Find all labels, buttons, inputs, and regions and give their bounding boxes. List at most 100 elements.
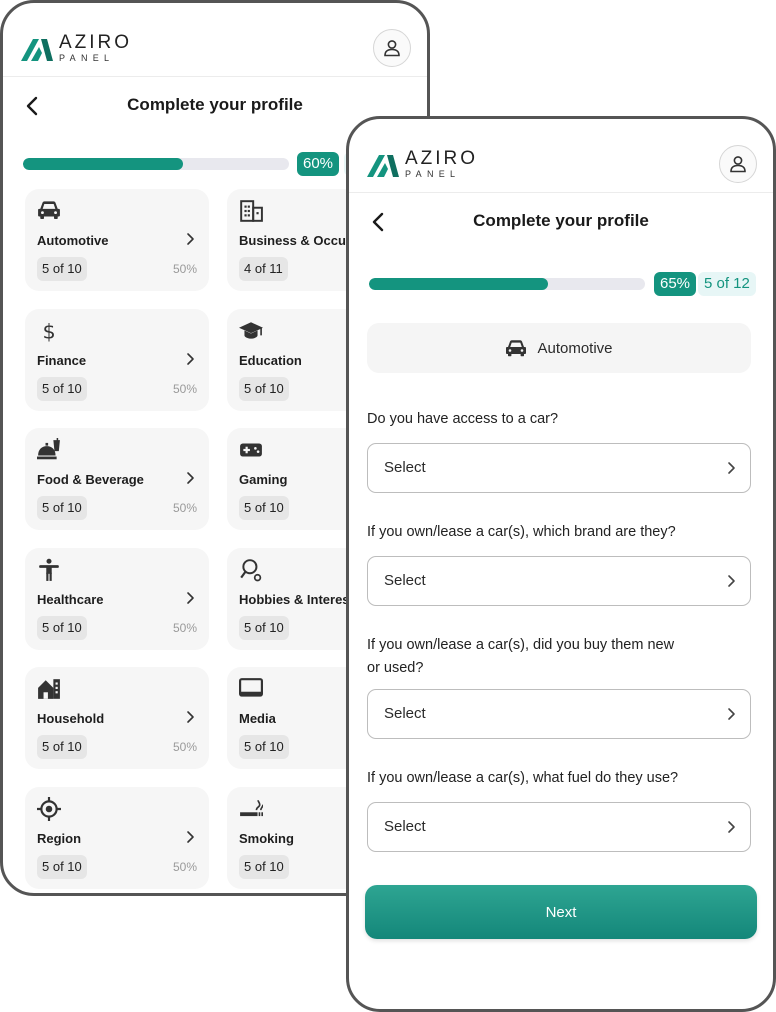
category-name: Healthcare [37,592,104,607]
food-icon [37,438,60,460]
select-placeholder: Select [384,818,426,835]
gamepad-icon [240,443,262,457]
dollar-icon: $ [42,320,55,343]
category-name: Region [37,831,82,846]
target-icon [37,797,61,821]
category-count-badge: 5 of 10 [37,735,87,759]
chevron-right-icon [728,821,735,833]
category-count-badge: 5 of 10 [239,855,289,879]
category-percent: 50% [172,262,197,276]
brand-logo: AZIRO PANEL [21,33,132,63]
question-2-label: If you own/lease a car(s), which brand a… [367,524,676,540]
category-name: Automotive [37,233,109,248]
category-name: Gaming [239,472,288,487]
category-card[interactable]: Healthcare 5 of 10 50% [25,548,209,650]
category-count-badge: 4 of 11 [239,257,288,281]
category-name: Food & Beverage [37,472,144,487]
chevron-right-icon [187,831,194,843]
profile-progress-bar [369,278,645,290]
question-2-select[interactable]: Select [367,556,751,606]
question-4-select[interactable]: Select [367,802,751,852]
category-name: Education [239,353,302,368]
profile-progress-fill [23,158,183,170]
question-4-label: If you own/lease a car(s), what fuel do … [367,770,679,786]
progress-percent-badge: 60% [297,152,340,176]
category-card[interactable]: $ Finance 5 of 10 50% [25,309,209,411]
user-icon [384,40,400,57]
category-name: Hobbies & Interes [239,592,350,607]
front-phone-screen: AZIRO PANEL Complete your profile 65% 5 … [346,116,776,1012]
category-card[interactable]: Region 5 of 10 50% [25,787,209,889]
brand-name: AZIRO [405,148,479,169]
chevron-right-icon [187,711,194,723]
category-count-badge: 5 of 10 [37,855,87,879]
question-1-label: Do you have access to a car? [367,411,559,427]
category-count-badge: 5 of 10 [239,496,289,520]
category-count-badge: 5 of 10 [37,377,87,401]
car-icon [38,201,60,219]
page-title: Complete your profile [473,211,649,230]
category-name: Household [37,711,105,726]
select-placeholder: Select [384,705,426,722]
graduation-cap-icon [239,322,263,339]
house-icon [38,679,60,699]
person-icon [39,558,59,581]
category-card[interactable]: Household 5 of 10 50% [25,667,209,769]
brand-name: AZIRO [59,32,133,53]
brand-subtitle: PANEL [405,169,461,179]
select-placeholder: Select [384,572,426,589]
question-3-select[interactable]: Select [367,689,751,739]
svg-text:$: $ [42,320,55,343]
category-card[interactable]: Automotive 5 of 10 50% [25,189,209,291]
profile-progress-bar [23,158,289,170]
brand-logo: AZIRO PANEL [367,149,478,179]
category-percent: 50% [172,382,197,396]
category-name: Media [239,711,276,726]
smoking-icon [240,800,263,817]
category-banner-label: Automotive [537,339,613,357]
category-percent: 50% [172,621,197,635]
category-count-badge: 5 of 10 [239,735,289,759]
car-icon [506,340,527,357]
title-row: Complete your profile [3,89,427,123]
chevron-right-icon [728,708,735,720]
next-button[interactable]: Next [365,885,757,939]
category-percent: 50% [172,501,197,515]
chevron-right-icon [187,472,194,484]
category-percent: 50% [172,740,197,754]
title-row: Complete your profile [349,205,773,239]
profile-avatar-button[interactable] [719,145,757,183]
hobby-icon [240,559,262,582]
app-header: AZIRO PANEL [349,119,773,193]
category-count-badge: 5 of 10 [239,616,289,640]
chevron-right-icon [187,592,194,604]
app-header: AZIRO PANEL [3,3,427,77]
select-placeholder: Select [384,459,426,476]
monitor-icon [239,678,263,697]
progress-count-badge: 5 of 12 [698,272,756,296]
category-percent: 50% [172,860,197,874]
category-name: Business & Occup [239,233,354,248]
logo-mark-icon [21,39,53,61]
page-title: Complete your profile [127,95,303,114]
user-icon [730,156,746,173]
profile-progress-fill [369,278,549,290]
category-count-badge: 5 of 10 [239,377,289,401]
progress-percent-badge: 65% [654,272,697,296]
brand-subtitle: PANEL [59,53,115,63]
category-name: Smoking [239,831,294,846]
category-banner: Automotive [367,323,751,373]
category-card[interactable]: Food & Beverage 5 of 10 50% [25,428,209,530]
chevron-right-icon [187,233,194,245]
profile-avatar-button[interactable] [373,29,411,67]
question-3-label: If you own/lease a car(s), did you buy t… [367,637,675,676]
category-name: Finance [37,353,87,368]
category-count-badge: 5 of 10 [37,616,87,640]
chevron-right-icon [728,462,735,474]
chevron-right-icon [187,353,194,365]
logo-mark-icon [367,155,399,177]
building-icon [240,200,263,222]
category-count-badge: 5 of 10 [37,257,87,281]
question-1-select[interactable]: Select [367,443,751,493]
category-count-badge: 5 of 10 [37,496,87,520]
